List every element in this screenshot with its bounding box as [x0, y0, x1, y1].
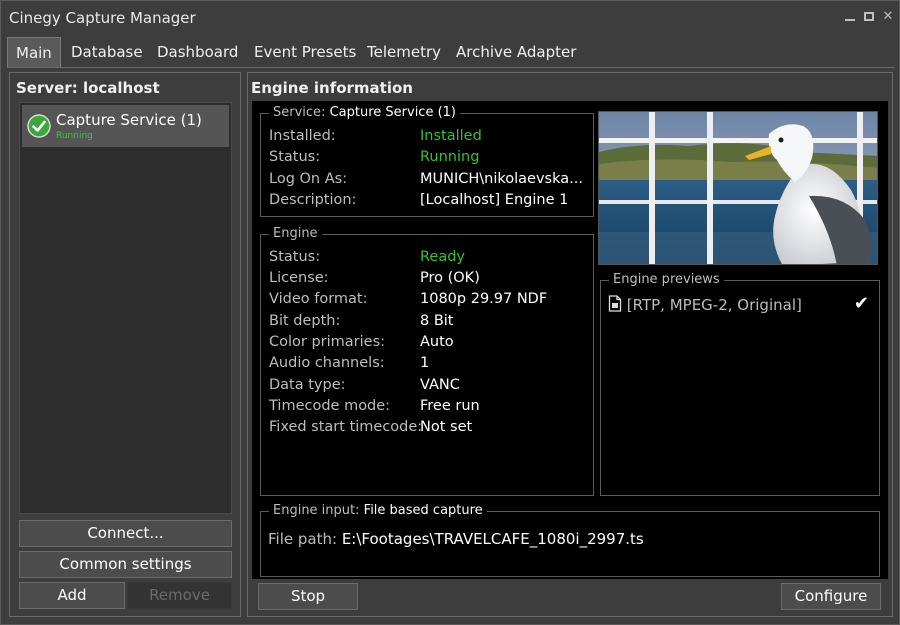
minimize-icon: [845, 19, 855, 21]
row-label: Bit depth:: [269, 313, 341, 329]
row-value: 8 Bit: [420, 313, 454, 329]
preview-list-item[interactable]: [RTP, MPEG-2, Original]: [608, 295, 802, 314]
engine-group: Engine Status: Ready License: Pro (OK) V…: [260, 226, 594, 496]
engine-details: Service: Capture Service (1) Installed: …: [252, 101, 888, 579]
service-legend: Service: Capture Service (1): [269, 105, 460, 120]
preview-item-label: [RTP, MPEG-2, Original]: [626, 296, 802, 314]
common-settings-button[interactable]: Common settings: [19, 551, 232, 578]
window-title: Cinegy Capture Manager: [9, 9, 196, 27]
close-icon: ✕: [882, 9, 894, 24]
server-panel: Server: localhost Capture Service (1) Ru…: [9, 72, 241, 617]
service-group: Service: Capture Service (1) Installed: …: [260, 105, 594, 217]
row-value: MUNICH\nikolaevska...: [420, 171, 583, 187]
row-label: Color primaries:: [269, 334, 386, 350]
row-label: Status:: [269, 149, 321, 165]
row-label: Audio channels:: [269, 355, 385, 371]
checkmark-icon: ✔: [853, 293, 869, 314]
engine-title: Engine information: [251, 79, 413, 97]
stop-button[interactable]: Stop: [258, 583, 358, 610]
tab-archive-adapter[interactable]: Archive Adapter: [456, 37, 576, 67]
engine-legend: Engine: [269, 226, 322, 241]
row-value: [Localhost] Engine 1: [420, 192, 569, 208]
engine-input-legend: Engine input: File based capture: [269, 503, 487, 518]
row-label: Timecode mode:: [269, 398, 391, 414]
service-legend-value: Capture Service (1): [329, 105, 456, 120]
preview-video-frame: [598, 111, 878, 265]
row-value: 1: [420, 355, 430, 371]
file-path-row: File path: E:\Footages\TRAVELCAFE_1080i_…: [268, 530, 644, 548]
engine-input-legend-value: File based capture: [363, 503, 483, 518]
maximize-icon: [864, 12, 874, 21]
tab-main[interactable]: Main: [7, 37, 61, 67]
server-name: Capture Service (1): [56, 111, 202, 129]
server-list[interactable]: Capture Service (1) Running: [19, 102, 232, 514]
service-legend-label: Service:: [273, 105, 326, 120]
tab-telemetry[interactable]: Telemetry: [367, 37, 441, 67]
row-value: Not set: [420, 419, 473, 435]
row-value: Running: [420, 149, 480, 165]
add-button[interactable]: Add: [19, 582, 125, 609]
row-label: Fixed start timecode:: [269, 419, 423, 435]
row-value: Auto: [420, 334, 454, 350]
file-path-label: File path:: [268, 530, 338, 548]
connect-button[interactable]: Connect...: [19, 520, 232, 547]
row-label: Data type:: [269, 377, 346, 393]
title-bar: Cinegy Capture Manager ✕: [1, 1, 899, 35]
row-label: Video format:: [269, 291, 368, 307]
remove-button[interactable]: Remove: [127, 582, 232, 609]
minimize-button[interactable]: [843, 10, 857, 24]
row-value: Free run: [420, 398, 480, 414]
row-label: License:: [269, 270, 329, 286]
tab-event-presets[interactable]: Event Presets: [254, 37, 356, 67]
file-path-value: E:\Footages\TRAVELCAFE_1080i_2997.ts: [341, 530, 644, 548]
row-value: 1080p 29.97 NDF: [420, 291, 548, 307]
engine-panel: Engine information Service: Capture Serv…: [247, 72, 893, 617]
row-label: Log On As:: [269, 171, 348, 187]
main-content: Server: localhost Capture Service (1) Ru…: [7, 67, 895, 620]
row-value: Pro (OK): [420, 270, 480, 286]
row-label: Status:: [269, 249, 321, 265]
tab-dashboard[interactable]: Dashboard: [157, 37, 238, 67]
engine-previews-legend: Engine previews: [609, 272, 724, 287]
server-title: Server: localhost: [16, 79, 160, 97]
tab-database[interactable]: Database: [71, 37, 143, 67]
server-item-capture-service[interactable]: Capture Service (1) Running: [22, 105, 229, 147]
row-label: Installed:: [269, 128, 336, 144]
maximize-button[interactable]: [862, 10, 876, 24]
engine-input-legend-label: Engine input:: [273, 503, 360, 518]
row-value: Installed: [420, 128, 482, 144]
row-value: VANC: [420, 377, 460, 393]
check-circle-icon: [27, 114, 51, 138]
configure-button[interactable]: Configure: [781, 583, 881, 610]
preview-image: [599, 112, 877, 264]
row-label: Description:: [269, 192, 357, 208]
row-value: Ready: [420, 249, 466, 265]
close-button[interactable]: ✕: [881, 10, 895, 24]
server-status: Running: [56, 131, 93, 141]
main-window: Cinegy Capture Manager ✕ Main Database D…: [0, 0, 900, 625]
engine-input-group: Engine input: File based capture File pa…: [260, 503, 880, 577]
engine-previews-group: Engine previews [RTP, MPEG-2, Original] …: [600, 272, 880, 496]
document-icon: [608, 295, 622, 312]
